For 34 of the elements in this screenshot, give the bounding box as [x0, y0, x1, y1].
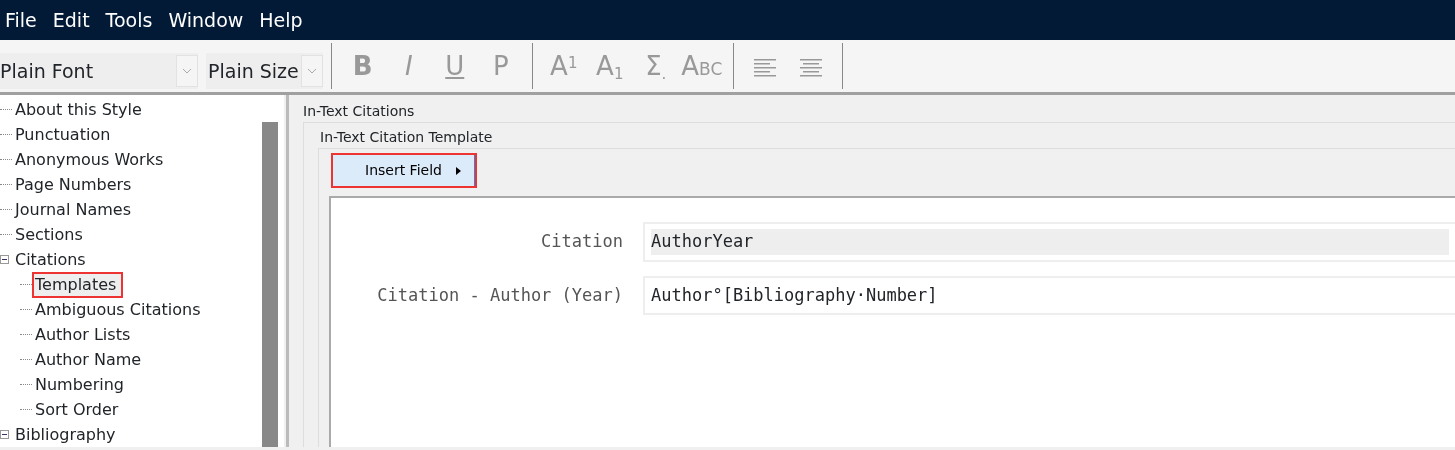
insert-field-button[interactable]: Insert Field — [331, 153, 477, 188]
tree-item[interactable]: Citations — [12, 246, 93, 273]
group-title: In-Text Citations — [303, 102, 416, 121]
tree-item[interactable]: Page Numbers — [12, 171, 139, 198]
tree-item[interactable]: Journal Names — [12, 196, 138, 223]
tree-item[interactable]: Sort Order — [32, 396, 126, 423]
chevron-down-icon — [182, 68, 192, 74]
chevron-down-icon — [306, 68, 317, 74]
tree-item[interactable]: Anonymous Works — [12, 146, 171, 173]
tree-item[interactable]: Templates — [32, 271, 124, 298]
field-label: Citation — [540, 230, 624, 253]
menu-item[interactable]: File — [4, 4, 38, 36]
collapse-icon[interactable] — [0, 430, 9, 439]
menu-item[interactable]: Window — [167, 4, 245, 36]
text-field[interactable]: Author°[Bibliography·Number] — [643, 275, 1455, 315]
size-dropdown[interactable]: Plain Size — [206, 53, 323, 89]
tree-item[interactable]: Author Name — [32, 346, 149, 373]
text-field[interactable]: AuthorYear — [643, 222, 1455, 262]
tree-item[interactable]: Author Lists — [32, 321, 138, 348]
tree-item[interactable]: About this Style — [12, 96, 149, 123]
scrollbar-thumb[interactable] — [262, 122, 278, 447]
font-dropdown[interactable]: Plain Font — [0, 53, 198, 89]
tree-item[interactable]: Sections — [12, 221, 90, 248]
menu-item[interactable]: Edit — [51, 4, 91, 36]
caret-icon — [455, 167, 461, 175]
menu-item[interactable]: Tools — [104, 4, 154, 36]
collapse-icon[interactable] — [0, 255, 9, 264]
field-label: Citation - Author (Year) — [376, 283, 624, 307]
tree-item[interactable]: Bibliography — [12, 421, 123, 447]
tree-item[interactable]: Numbering — [32, 371, 131, 398]
menu-item[interactable]: Help — [258, 4, 304, 36]
group-title: In-Text Citation Template — [320, 128, 494, 147]
tree-item[interactable]: Punctuation — [12, 121, 118, 148]
tree-item[interactable]: Ambiguous Citations — [32, 296, 208, 323]
